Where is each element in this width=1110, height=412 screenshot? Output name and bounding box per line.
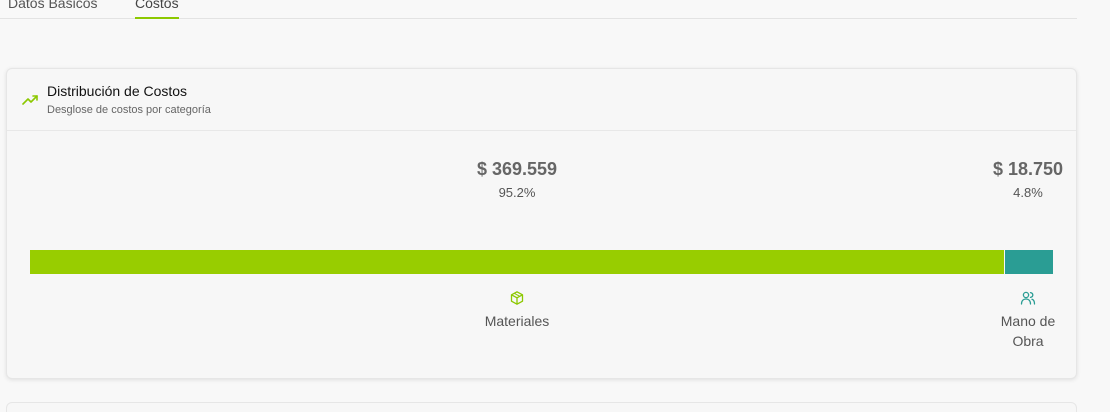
card-header: Distribución de Costos Desglose de costo… <box>7 69 1076 131</box>
materiales-percent: 95.2% <box>498 185 536 200</box>
materiales-amount: $ 369.559 <box>476 159 558 179</box>
card-title: Distribución de Costos <box>47 83 188 99</box>
trending-up-icon <box>22 95 38 105</box>
tab-datos-basicos[interactable]: Datos Básicos <box>8 0 97 14</box>
users-icon <box>1020 291 1036 305</box>
mano-de-obra-percent: 4.8% <box>1013 185 1043 200</box>
materiales-label: Materiales <box>484 313 550 329</box>
tab-bar: Datos Básicos Costos <box>0 0 1077 19</box>
mano-de-obra-bar-segment <box>1004 250 1053 274</box>
mano-de-obra-label: Mano de Obra <box>1000 313 1056 349</box>
package-icon <box>510 291 524 305</box>
next-card <box>6 402 1077 412</box>
card-subtitle: Desglose de costos por categoría <box>47 104 211 116</box>
mano-de-obra-amount: $ 18.750 <box>992 159 1064 179</box>
cost-distribution-bar <box>30 250 1053 274</box>
cost-distribution-card: Distribución de Costos Desglose de costo… <box>6 68 1077 379</box>
materiales-bar-segment <box>30 250 1004 274</box>
tab-costos[interactable]: Costos <box>135 0 179 19</box>
